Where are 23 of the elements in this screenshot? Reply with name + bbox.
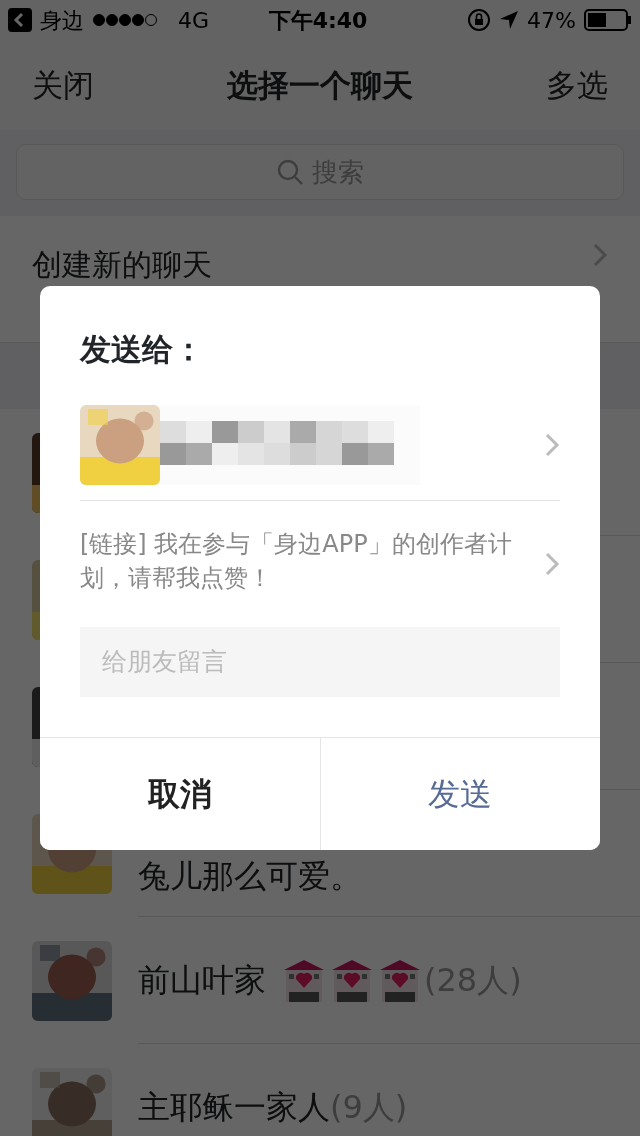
chat-name[interactable]: 前山叶家 xyxy=(138,956,266,1004)
back-icon[interactable] xyxy=(8,8,32,32)
chat-name[interactable]: 主耶稣一家人 xyxy=(138,1083,330,1131)
chevron-icon[interactable] xyxy=(544,432,560,458)
close-button[interactable]: 关闭 xyxy=(32,61,94,109)
create-chat-link[interactable]: 创建新的聊天 xyxy=(32,242,212,287)
battery-label: 47% xyxy=(527,6,576,35)
time-label: 下午4:40 xyxy=(268,6,369,35)
battery-icon xyxy=(584,9,632,31)
page-title: 选择一个聊天 xyxy=(227,65,413,105)
rotation-lock-icon xyxy=(467,8,492,32)
link-preview-text: [链接] 我在参与「身边APP」的创作者计划，请帮我点赞！ xyxy=(80,528,513,594)
chevron-icon xyxy=(592,242,608,268)
back-app-label[interactable]: 身边 xyxy=(40,3,84,37)
location-icon xyxy=(499,10,520,30)
network-label: 4G xyxy=(178,6,210,35)
dialog-title: 发送给： xyxy=(80,330,205,369)
chevron-icon[interactable] xyxy=(544,550,560,577)
multi-select-button[interactable]: 多选 xyxy=(546,61,608,109)
chat-name[interactable]: 兔儿那么可爱。 xyxy=(138,852,362,900)
search-icon xyxy=(276,158,304,186)
message-field[interactable]: 给朋友留言 xyxy=(80,626,560,697)
cancel-button[interactable]: 取消 xyxy=(40,737,321,850)
